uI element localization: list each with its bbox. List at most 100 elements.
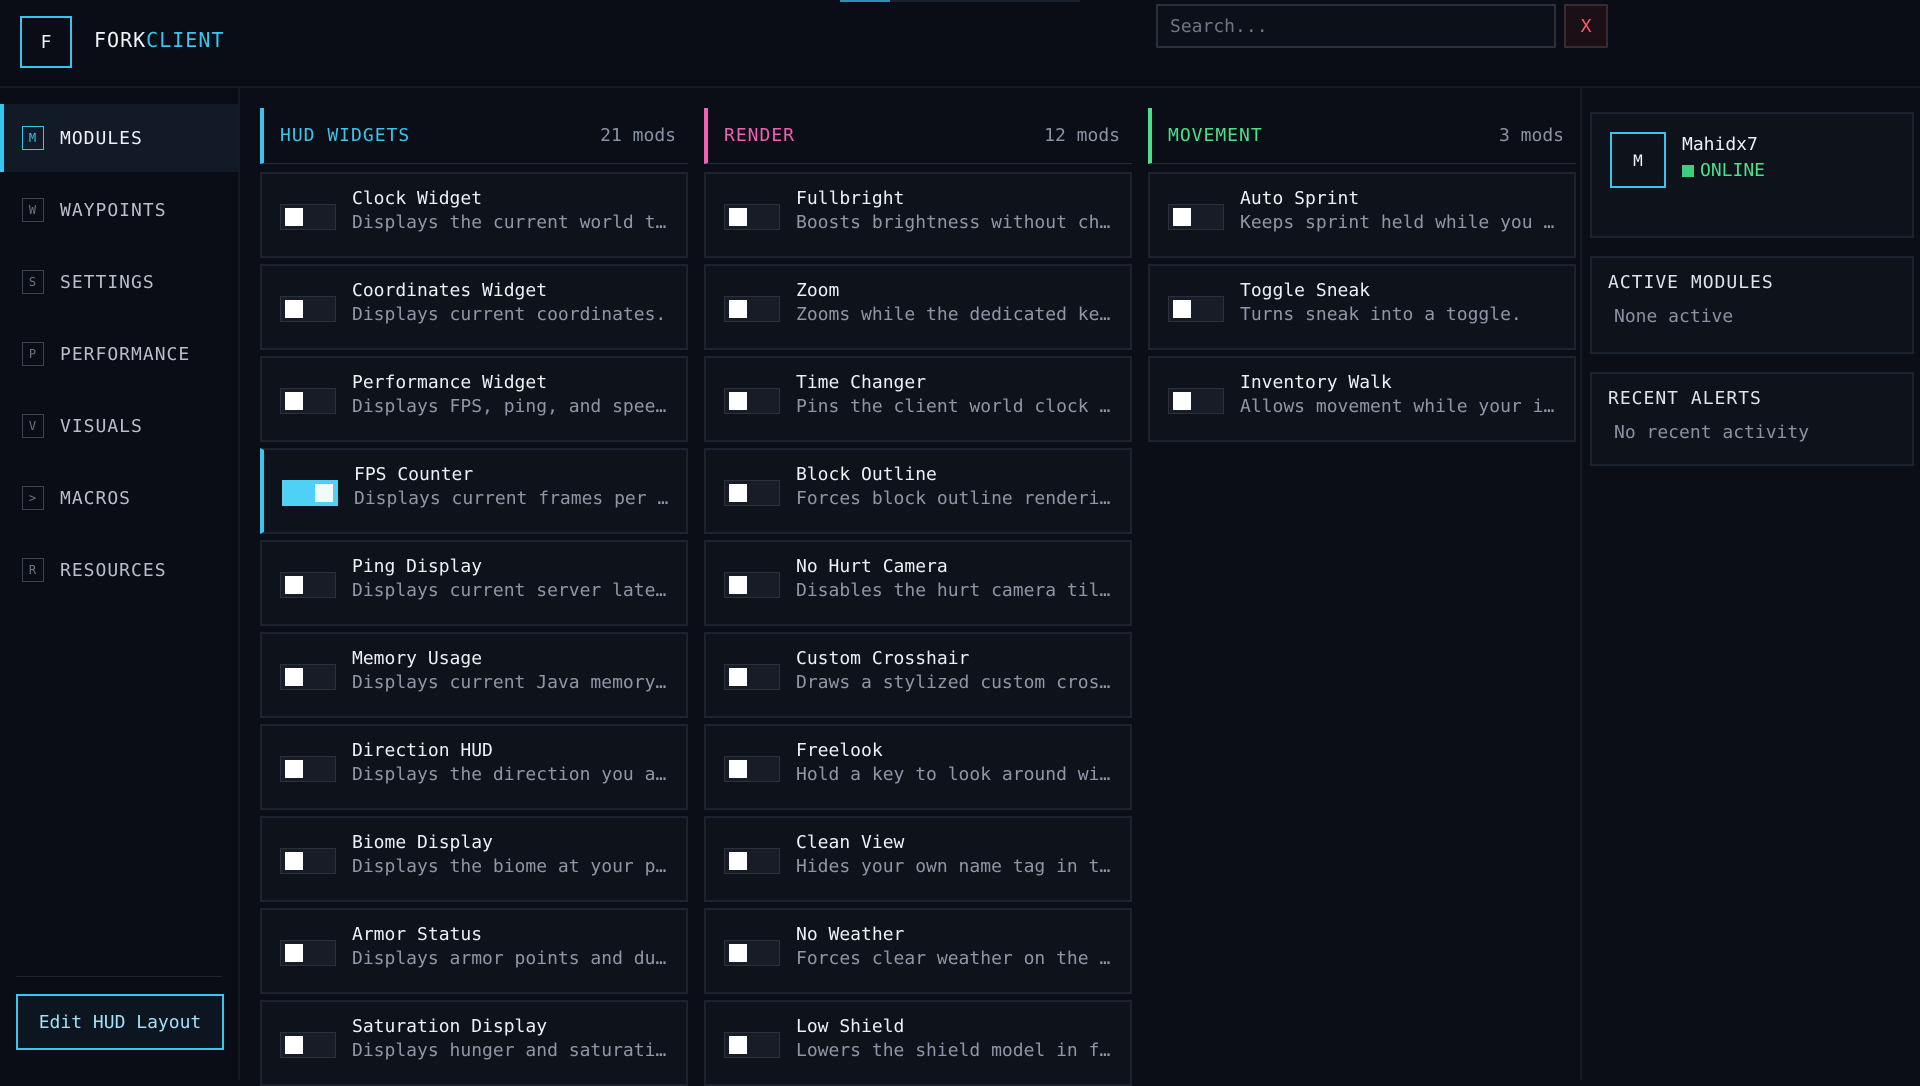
module-toggle[interactable]: [280, 940, 336, 966]
sidebar-item-macros[interactable]: > MACROS: [0, 464, 238, 532]
module-card-clock-widget[interactable]: Clock Widget Displays the current world t…: [260, 172, 688, 258]
module-name: Biome Display: [352, 832, 493, 853]
module-toggle[interactable]: [724, 848, 780, 874]
module-card-time-changer[interactable]: Time Changer Pins the client world clock …: [704, 356, 1132, 442]
module-toggle[interactable]: [280, 1032, 336, 1058]
module-card-auto-sprint[interactable]: Auto Sprint Keeps sprint held while you a…: [1148, 172, 1576, 258]
module-card-direction-hud[interactable]: Direction HUD Displays the direction you …: [260, 724, 688, 810]
performance-icon: P: [22, 342, 44, 366]
module-toggle[interactable]: [280, 296, 336, 322]
module-card-block-outline[interactable]: Block Outline Forces block outline render…: [704, 448, 1132, 534]
module-card-armor-status[interactable]: Armor Status Displays armor points and du…: [260, 908, 688, 994]
active-modules-text: None active: [1614, 306, 1734, 327]
sidebar-item-modules[interactable]: M MODULES: [0, 104, 238, 172]
module-description: Draws a stylized custom cross...: [796, 672, 1120, 693]
module-name: Freelook: [796, 740, 883, 761]
module-toggle[interactable]: [280, 756, 336, 782]
module-name: Zoom: [796, 280, 840, 301]
module-toggle[interactable]: [724, 296, 780, 322]
module-description: Displays current server laten...: [352, 580, 676, 601]
toggle-knob: [729, 760, 747, 778]
active-modules-title: ACTIVE MODULES: [1608, 272, 1774, 293]
module-card-freelook[interactable]: Freelook Hold a key to look around with..…: [704, 724, 1132, 810]
avatar: M: [1610, 132, 1666, 188]
module-card-no-weather[interactable]: No Weather Forces clear weather on the ..…: [704, 908, 1132, 994]
module-card-low-shield[interactable]: Low Shield Lowers the shield model in fir…: [704, 1000, 1132, 1086]
module-card-toggle-sneak[interactable]: Toggle Sneak Turns sneak into a toggle.: [1148, 264, 1576, 350]
module-toggle[interactable]: [1168, 388, 1224, 414]
module-card-no-hurt-camera[interactable]: No Hurt Camera Disables the hurt camera t…: [704, 540, 1132, 626]
toggle-knob: [285, 668, 303, 686]
module-name: Armor Status: [352, 924, 483, 945]
module-card-ping-display[interactable]: Ping Display Displays current server late…: [260, 540, 688, 626]
module-card-coordinates-widget[interactable]: Coordinates Widget Displays current coord…: [260, 264, 688, 350]
module-toggle[interactable]: [724, 664, 780, 690]
module-description: Forces block outline renderin...: [796, 488, 1120, 509]
module-name: Clock Widget: [352, 188, 483, 209]
module-card-saturation-display[interactable]: Saturation Display Displays hunger and sa…: [260, 1000, 688, 1086]
toggle-knob: [1173, 208, 1191, 226]
module-card-inventory-walk[interactable]: Inventory Walk Allows movement while your…: [1148, 356, 1576, 442]
sidebar-item-settings[interactable]: S SETTINGS: [0, 248, 238, 316]
module-toggle[interactable]: [280, 664, 336, 690]
toggle-knob: [729, 668, 747, 686]
sidebar-item-performance[interactable]: P PERFORMANCE: [0, 320, 238, 388]
right-panel: M Mahidx7 ONLINE ACTIVE MODULES None act…: [1580, 88, 1920, 1080]
module-toggle[interactable]: [724, 1032, 780, 1058]
sidebar-item-waypoints[interactable]: W WAYPOINTS: [0, 176, 238, 244]
module-card-zoom[interactable]: Zoom Zooms while the dedicated key i...: [704, 264, 1132, 350]
module-card-biome-display[interactable]: Biome Display Displays the biome at your …: [260, 816, 688, 902]
sidebar-item-label: MACROS: [60, 487, 132, 509]
sidebar-item-label: MODULES: [60, 127, 143, 149]
module-card-memory-usage[interactable]: Memory Usage Displays current Java memory…: [260, 632, 688, 718]
module-card-custom-crosshair[interactable]: Custom Crosshair Draws a stylized custom …: [704, 632, 1132, 718]
module-toggle[interactable]: [1168, 296, 1224, 322]
recent-alerts-card: RECENT ALERTS No recent activity: [1590, 372, 1914, 466]
status-dot-icon: [1682, 164, 1694, 177]
column-title: HUD WIDGETS: [280, 125, 411, 146]
module-toggle[interactable]: [282, 480, 338, 506]
module-toggle[interactable]: [280, 848, 336, 874]
sidebar-item-resources[interactable]: R RESOURCES: [0, 536, 238, 604]
column-title: RENDER: [724, 125, 796, 146]
column-header: HUD WIDGETS 21 mods: [260, 108, 688, 164]
module-toggle[interactable]: [280, 204, 336, 230]
module-toggle[interactable]: [280, 388, 336, 414]
column-mod-count: 21 mods: [600, 125, 676, 146]
column-title: MOVEMENT: [1168, 125, 1263, 146]
module-toggle[interactable]: [1168, 204, 1224, 230]
toggle-knob: [1173, 300, 1191, 318]
module-card-clean-view[interactable]: Clean View Hides your own name tag in thi…: [704, 816, 1132, 902]
module-toggle[interactable]: [724, 940, 780, 966]
module-description: Hold a key to look around with...: [796, 764, 1120, 785]
brand-primary: FORK: [94, 28, 147, 52]
module-description: Allows movement while your inv...: [1240, 396, 1564, 417]
module-toggle[interactable]: [724, 388, 780, 414]
clear-search-button[interactable]: X: [1564, 4, 1608, 48]
top-bar: F FORKCLIENT X: [0, 0, 1920, 88]
module-name: Direction HUD: [352, 740, 493, 761]
column-render: RENDER 12 mods Fullbright Boosts brightness…: [704, 108, 1132, 1086]
edit-hud-layout-button[interactable]: Edit HUD Layout: [16, 994, 224, 1050]
module-description: Displays FPS, ping, and speed.: [352, 396, 676, 417]
sidebar-item-visuals[interactable]: V VISUALS: [0, 392, 238, 460]
module-description: Displays armor points and dur...: [352, 948, 676, 969]
sidebar-item-label: VISUALS: [60, 415, 143, 437]
module-toggle[interactable]: [280, 572, 336, 598]
module-card-fullbright[interactable]: Fullbright Boosts brightness without cha.…: [704, 172, 1132, 258]
modules-icon: M: [22, 126, 44, 150]
module-name: Low Shield: [796, 1016, 905, 1037]
module-toggle[interactable]: [724, 480, 780, 506]
status-text: ONLINE: [1700, 160, 1766, 181]
module-card-performance-widget[interactable]: Performance Widget Displays FPS, ping, an…: [260, 356, 688, 442]
module-name: Time Changer: [796, 372, 927, 393]
module-toggle[interactable]: [724, 204, 780, 230]
search-input[interactable]: [1156, 4, 1556, 48]
module-description: Pins the client world clock to n...: [796, 396, 1120, 417]
module-card-fps-counter[interactable]: FPS Counter Displays current frames per s…: [260, 448, 688, 534]
module-name: Performance Widget: [352, 372, 548, 393]
module-toggle[interactable]: [724, 572, 780, 598]
module-toggle[interactable]: [724, 756, 780, 782]
column-mod-count: 3 mods: [1498, 125, 1564, 146]
macros-icon: >: [22, 486, 44, 510]
